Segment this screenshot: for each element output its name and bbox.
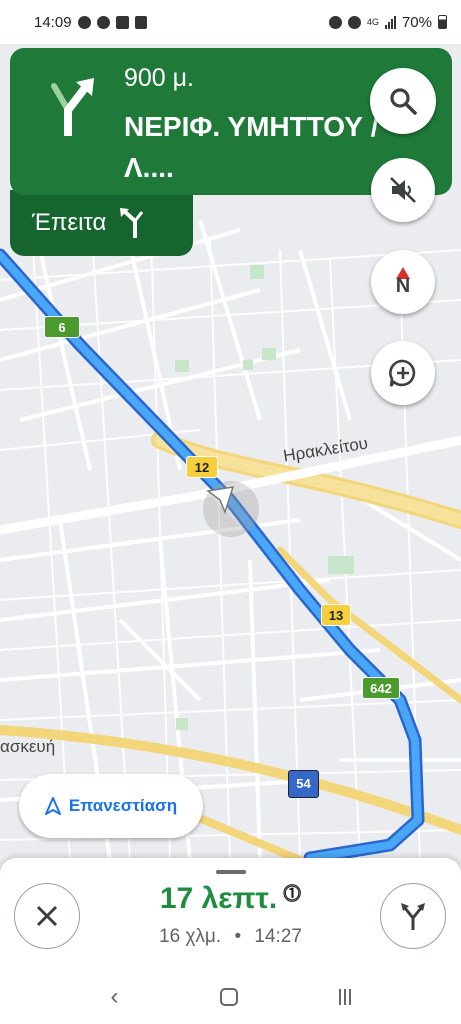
location-icon: [347, 15, 361, 29]
street-name: ΝΕΡΙΦ. ΥΜΗΤΤΟΥ / Λ....: [124, 111, 379, 183]
trip-minutes: 17 λεπτ.: [159, 882, 278, 915]
mute-button[interactable]: [371, 158, 435, 222]
add-report-button[interactable]: [371, 341, 435, 405]
traffic-icon: ⓵: [283, 884, 302, 904]
alternate-routes-button[interactable]: [380, 883, 446, 949]
alert-icon: [134, 15, 147, 29]
arrival-time: 14:27: [254, 926, 302, 947]
notification-icon: [115, 15, 129, 29]
separator: •: [234, 926, 242, 947]
route-shield: 642: [362, 677, 400, 699]
search-button[interactable]: [370, 68, 436, 134]
then-banner[interactable]: Έπειτα: [10, 190, 193, 256]
trip-distance: 16 χλμ.: [159, 926, 222, 947]
alternate-routes-icon: [401, 903, 425, 930]
signal-icon: [384, 15, 396, 29]
battery-icon: [438, 15, 447, 29]
street-label: ασκευή: [0, 737, 56, 756]
facebook-icon: [77, 15, 91, 29]
recents-icon[interactable]: [338, 989, 351, 1005]
back-icon[interactable]: ‹: [111, 983, 119, 1011]
alarm-icon: [328, 15, 342, 29]
search-icon: [390, 88, 417, 115]
route-shield: 54: [288, 770, 319, 798]
turn-distance: 900 μ.: [124, 64, 195, 92]
home-icon[interactable]: [219, 988, 238, 1006]
route-shield: 12: [186, 456, 218, 478]
trip-summary-sheet[interactable]: 17 λεπτ. ⓵ 16 χλμ. • 14:27: [0, 858, 461, 970]
status-bar: 14:09 4G 70%: [0, 0, 461, 44]
route-shield: 6: [44, 316, 80, 338]
route-shield: 13: [321, 604, 351, 626]
compass-label: N: [395, 274, 411, 297]
recenter-label: Επανεστίαση: [68, 796, 178, 815]
sheet-handle[interactable]: [216, 870, 246, 874]
recenter-button[interactable]: Επανεστίαση: [19, 774, 203, 838]
clock: 14:09: [34, 13, 72, 31]
add-report-icon: [389, 359, 416, 387]
navigation-arrow-icon: [203, 481, 259, 537]
navigation-arrow-icon: [44, 797, 61, 815]
then-label: Έπειτα: [32, 209, 107, 236]
turn-slight-right-icon: [51, 78, 94, 136]
system-nav-bar: ‹: [0, 970, 461, 1024]
facebook-icon: [96, 15, 110, 29]
network-type: 4G: [366, 17, 379, 27]
mute-icon: [390, 177, 416, 203]
turn-left-fork-icon: [120, 208, 144, 238]
compass-button[interactable]: N: [371, 250, 435, 314]
battery-percent: 70%: [401, 13, 432, 31]
